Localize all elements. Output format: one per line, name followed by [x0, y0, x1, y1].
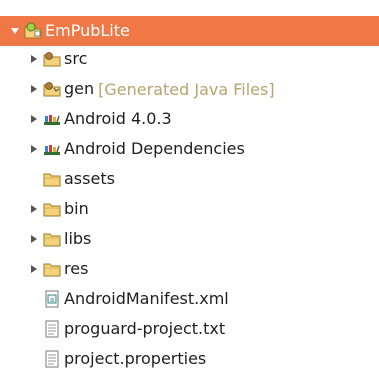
- tree-item-label: src: [64, 49, 88, 68]
- tree-item-label: libs: [64, 229, 92, 248]
- tree-item-gen[interactable]: gen [Generated Java Files]: [0, 74, 379, 104]
- tree-item-label: project.properties: [64, 349, 207, 368]
- chevron-right-icon[interactable]: [29, 83, 39, 95]
- android-manifest-file-icon: a: [43, 290, 61, 308]
- tree-item-proguard-project-txt[interactable]: proguard-project.txt: [0, 314, 379, 344]
- tree-item-label: res: [64, 259, 89, 278]
- android-project-icon: [24, 22, 42, 40]
- tree-item-android-dependencies[interactable]: Android Dependencies: [0, 134, 379, 164]
- tree-item-label: bin: [64, 199, 89, 218]
- chevron-right-icon[interactable]: [29, 143, 39, 155]
- tree-item-label: assets: [64, 169, 115, 188]
- folder-icon: [43, 170, 61, 188]
- text-file-icon: [43, 350, 61, 368]
- tree-item-label: AndroidManifest.xml: [64, 289, 229, 308]
- generated-source-folder-icon: [43, 80, 61, 98]
- text-file-icon: [43, 320, 61, 338]
- chevron-down-icon[interactable]: [10, 25, 20, 37]
- svg-text:a: a: [50, 296, 54, 304]
- folder-icon: [43, 260, 61, 278]
- source-folder-icon: [43, 50, 61, 68]
- chevron-right-icon[interactable]: [29, 53, 39, 65]
- tree-item-empublite[interactable]: EmPubLite: [0, 16, 379, 46]
- tree-item-label: EmPubLite: [45, 21, 130, 40]
- library-icon: [43, 110, 61, 128]
- folder-icon: [43, 230, 61, 248]
- tree-item-assets[interactable]: assets: [0, 164, 379, 194]
- tree-item-label: Android 4.0.3: [64, 109, 172, 128]
- tree-item-label: gen: [64, 79, 95, 98]
- tree-item-decoration: [Generated Java Files]: [98, 79, 275, 99]
- project-explorer-tree: EmPubLite src gen [Generated Java Files]: [0, 0, 379, 376]
- tree-item-bin[interactable]: bin: [0, 194, 379, 224]
- tree-item-res[interactable]: res: [0, 254, 379, 284]
- folder-icon: [43, 200, 61, 218]
- tree-item-android-4-0-3[interactable]: Android 4.0.3: [0, 104, 379, 134]
- library-icon: [43, 140, 61, 158]
- tree-item-src[interactable]: src: [0, 44, 379, 74]
- tree-item-project-properties[interactable]: project.properties: [0, 344, 379, 374]
- chevron-right-icon[interactable]: [29, 233, 39, 245]
- tree-item-libs[interactable]: libs: [0, 224, 379, 254]
- tree-item-label: Android Dependencies: [64, 139, 245, 158]
- tree-item-label: proguard-project.txt: [64, 319, 226, 338]
- chevron-right-icon[interactable]: [29, 203, 39, 215]
- chevron-right-icon[interactable]: [29, 263, 39, 275]
- tree-item-androidmanifest-xml[interactable]: a AndroidManifest.xml: [0, 284, 379, 314]
- chevron-right-icon[interactable]: [29, 113, 39, 125]
